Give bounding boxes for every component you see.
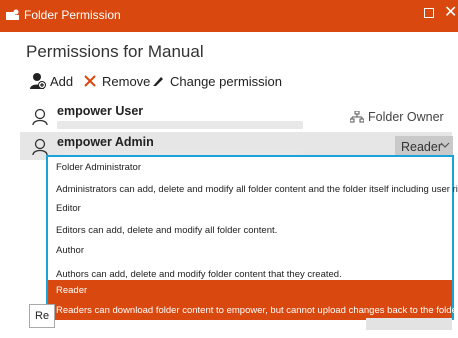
chevron-down-icon xyxy=(440,142,450,148)
add-button[interactable]: Add xyxy=(30,72,74,92)
add-user-icon xyxy=(30,73,46,89)
user-name: empower Admin xyxy=(57,135,154,149)
dropdown-option-title[interactable]: Author xyxy=(48,240,452,260)
add-label: Add xyxy=(50,74,74,89)
footer-button-right[interactable] xyxy=(366,318,452,330)
dropdown-option-description[interactable]: Editors can add, delete and modify all f… xyxy=(48,220,452,240)
window-title: Folder Permission xyxy=(24,8,121,22)
pencil-icon xyxy=(153,77,163,86)
owner-role-label: Folder Owner xyxy=(350,110,444,124)
title-bar: Folder Permission ✕ xyxy=(0,0,458,32)
user-email-redacted xyxy=(57,121,303,129)
user-icon xyxy=(32,138,48,156)
maximize-icon[interactable] xyxy=(424,8,434,18)
dropdown-option-description[interactable]: Administrators can add, delete and modif… xyxy=(48,179,458,199)
remove-label: Remove xyxy=(102,74,151,89)
user-name: empower User xyxy=(57,104,144,118)
user-icon xyxy=(32,108,48,126)
dropdown-option-title-selected[interactable]: Reader xyxy=(48,280,452,300)
dropdown-option-description-selected[interactable]: Readers can download folder content to e… xyxy=(48,300,458,320)
dropdown-option-title[interactable]: Editor xyxy=(48,198,452,218)
footer-button[interactable]: Re xyxy=(29,304,55,328)
change-permission-button[interactable]: Change permission xyxy=(152,72,282,92)
page-title: Permissions for Manual xyxy=(26,42,204,61)
network-icon xyxy=(350,111,364,123)
role-select-value: Reader xyxy=(401,140,442,154)
role-dropdown-list: Folder Administrator Administrators can … xyxy=(46,155,458,320)
folder-people-icon xyxy=(6,9,19,20)
dropdown-option-title[interactable]: Folder Administrator xyxy=(48,157,452,177)
owner-role-text: Folder Owner xyxy=(368,110,444,124)
remove-x-icon xyxy=(84,75,96,87)
footer-button-label: Re xyxy=(35,310,50,322)
change-permission-label: Change permission xyxy=(170,74,283,89)
close-icon[interactable]: ✕ xyxy=(444,3,457,23)
